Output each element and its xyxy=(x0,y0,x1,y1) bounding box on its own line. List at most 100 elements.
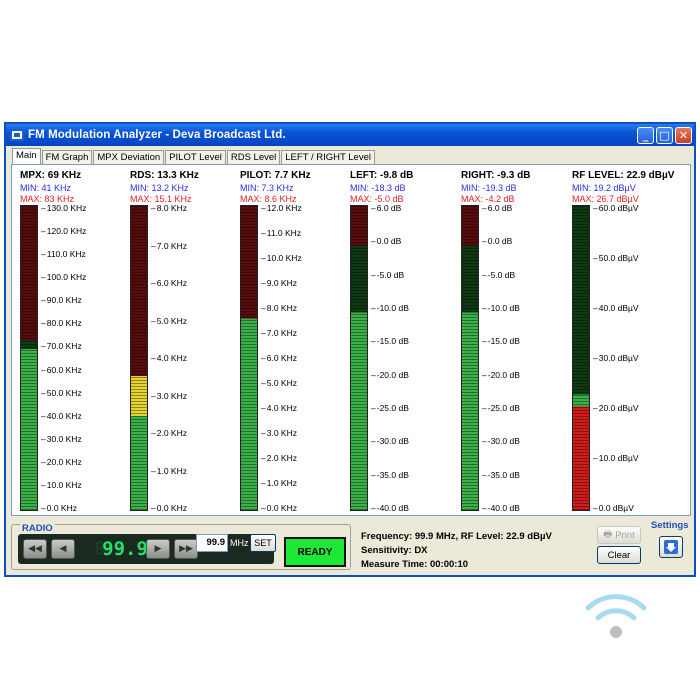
meter-left: LEFT: -9.8 dB MIN: -18.3 dB MAX: -5.0 dB xyxy=(350,170,413,204)
scale-tick: 5.0 KHz xyxy=(261,378,297,388)
scale-tick: 0.0 dB xyxy=(371,236,402,246)
step-back-button[interactable]: ◀ xyxy=(51,539,75,559)
wifi-icon xyxy=(585,594,647,638)
scale-tick: 60.0 KHz xyxy=(41,365,82,375)
meter-title: PILOT: 7.7 KHz xyxy=(240,170,311,181)
rewind-icon: ◀◀ xyxy=(28,544,42,554)
scale-tick: 60.0 dBµV xyxy=(593,203,639,213)
scale-tick: -30.0 dB xyxy=(482,436,520,446)
scale-tick: -40.0 dB xyxy=(482,503,520,513)
meters-panel: MPX: 69 KHzMIN: 41 KHzMAX: 83 KHz130.0 K… xyxy=(11,164,691,516)
measurement-info: Frequency: 99.9 MHz, RF Level: 22.9 dBµV… xyxy=(361,530,552,572)
play-back-icon: ◀ xyxy=(59,544,67,554)
scale-tick: 6.0 KHz xyxy=(151,278,187,288)
meter-scale: 6.0 dB 0.0 dB -5.0 dB -10.0 dB -15.0 dB -20.0… xyxy=(371,203,451,513)
scale-tick: -20.0 dB xyxy=(371,370,409,380)
scale-tick: -25.0 dB xyxy=(482,403,520,413)
seek-forward-button[interactable]: ▶▶ xyxy=(174,539,198,559)
scale-tick: 10.0 KHz xyxy=(261,253,302,263)
scale-tick: -10.0 dB xyxy=(482,303,520,313)
meter-title: MPX: 69 KHz xyxy=(20,170,82,181)
scale-tick: -5.0 dB xyxy=(482,270,515,280)
scale-tick: -25.0 dB xyxy=(371,403,409,413)
close-button[interactable]: ✕ xyxy=(675,126,692,144)
scale-tick: 9.0 KHz xyxy=(261,278,297,288)
scale-tick: -20.0 dB xyxy=(482,370,520,380)
scale-tick: 10.0 KHz xyxy=(41,480,82,490)
scale-tick: 30.0 KHz xyxy=(41,434,82,444)
scale-tick: 50.0 KHz xyxy=(41,388,82,398)
scale-tick: -35.0 dB xyxy=(482,470,520,480)
meter-min: MIN: -19.3 dB xyxy=(461,183,517,193)
scale-tick: 100.0 KHz xyxy=(41,272,87,282)
scale-tick: 90.0 KHz xyxy=(41,295,82,305)
meter-min: MIN: 19.2 dBµV xyxy=(572,183,636,193)
bottom-bar: RADIO ◀◀ ◀ 8 99.9 ▶ ▶▶ 99.9 MHz SET READ… xyxy=(11,518,691,574)
meter-rf: RF LEVEL: 22.9 dBµV MIN: 19.2 dBµV MAX: 26… xyxy=(572,170,674,204)
close-icon: ✕ xyxy=(678,128,689,142)
meter-title: RDS: 13.3 KHz xyxy=(130,170,199,181)
frequency-lcd: 99.9 xyxy=(102,538,148,560)
meter-title: RF LEVEL: 22.9 dBµV xyxy=(572,170,675,181)
level-bar xyxy=(240,205,258,511)
scale-tick: -35.0 dB xyxy=(371,470,409,480)
scale-tick: 4.0 KHz xyxy=(151,353,187,363)
tab-bar: Main FM Graph MPX Deviation PILOT Level … xyxy=(12,148,376,165)
scale-tick: 40.0 KHz xyxy=(41,411,82,421)
scale-tick: 20.0 dBµV xyxy=(593,403,639,413)
seek-back-button[interactable]: ◀◀ xyxy=(23,539,47,559)
minimize-button[interactable]: _ xyxy=(637,126,654,144)
scale-tick: -10.0 dB xyxy=(371,303,409,313)
meter-mpx: MPX: 69 KHz MIN: 41 KHz MAX: 83 KHz xyxy=(20,170,81,204)
scale-tick: 2.0 KHz xyxy=(261,453,297,463)
scale-tick: 70.0 KHz xyxy=(41,341,82,351)
tab-rds-level[interactable]: RDS Level xyxy=(226,150,281,165)
scale-tick: 0.0 dBµV xyxy=(593,503,634,513)
scale-tick: 80.0 KHz xyxy=(41,318,82,328)
scale-tick: 0.0 KHz xyxy=(261,503,297,513)
meter-min: MIN: 13.2 KHz xyxy=(130,183,189,193)
meter-scale: 12.0 KHz 11.0 KHz 10.0 KHz 9.0 KHz 8.0 KHz 7.… xyxy=(261,203,341,513)
app-icon xyxy=(10,129,24,141)
scale-tick: 120.0 KHz xyxy=(41,226,87,236)
scale-tick: 2.0 KHz xyxy=(151,428,187,438)
scale-tick: 7.0 KHz xyxy=(261,328,297,338)
sensitivity-info: Sensitivity: DX xyxy=(361,545,428,556)
scale-tick: -5.0 dB xyxy=(371,270,404,280)
scale-tick: -15.0 dB xyxy=(482,336,520,346)
title-bar[interactable]: FM Modulation Analyzer - Deva Broadcast … xyxy=(6,124,694,146)
minimize-icon: _ xyxy=(642,128,649,142)
scale-tick: 4.0 KHz xyxy=(261,403,297,413)
scale-tick: 1.0 KHz xyxy=(261,478,297,488)
level-bar xyxy=(572,205,590,511)
scale-tick: 6.0 KHz xyxy=(261,353,297,363)
step-forward-button[interactable]: ▶ xyxy=(146,539,170,559)
scale-tick: 40.0 dBµV xyxy=(593,303,639,313)
meter-min: MIN: 7.3 KHz xyxy=(240,183,294,193)
scale-tick: -15.0 dB xyxy=(371,336,409,346)
scale-tick: 7.0 KHz xyxy=(151,241,187,251)
scale-tick: 8.0 KHz xyxy=(151,203,187,213)
tab-mpx-deviation[interactable]: MPX Deviation xyxy=(93,150,165,165)
meter-scale: 8.0 KHz 7.0 KHz 6.0 KHz 5.0 KHz 4.0 KHz 3.0 K… xyxy=(151,203,231,513)
meter-scale: 130.0 KHz 120.0 KHz 110.0 KHz 100.0 KHz 90.0… xyxy=(41,203,121,513)
frequency-input[interactable]: 99.9 xyxy=(196,534,228,552)
set-frequency-button[interactable]: SET xyxy=(250,534,276,552)
play-forward-icon: ▶ xyxy=(154,544,162,554)
level-bar xyxy=(350,205,368,511)
window-title: FM Modulation Analyzer - Deva Broadcast … xyxy=(28,129,286,141)
meter-title: LEFT: -9.8 dB xyxy=(350,170,414,181)
status-indicator: READY xyxy=(284,537,346,567)
clear-button[interactable]: Clear xyxy=(597,546,641,564)
maximize-button[interactable]: □ xyxy=(656,126,673,144)
print-button[interactable]: 🖶 Print xyxy=(597,526,641,544)
meter-min: MIN: -18.3 dB xyxy=(350,183,406,193)
radio-group-label: RADIO xyxy=(20,523,55,534)
tab-pilot-level[interactable]: PILOT Level xyxy=(165,150,226,165)
tab-fm-graph[interactable]: FM Graph xyxy=(41,150,93,165)
maximize-icon: □ xyxy=(659,128,670,142)
tab-left-right-level[interactable]: LEFT / RIGHT Level xyxy=(281,150,375,165)
settings-label: Settings xyxy=(651,520,689,531)
settings-button[interactable] xyxy=(659,536,683,558)
tab-main[interactable]: Main xyxy=(12,148,41,165)
